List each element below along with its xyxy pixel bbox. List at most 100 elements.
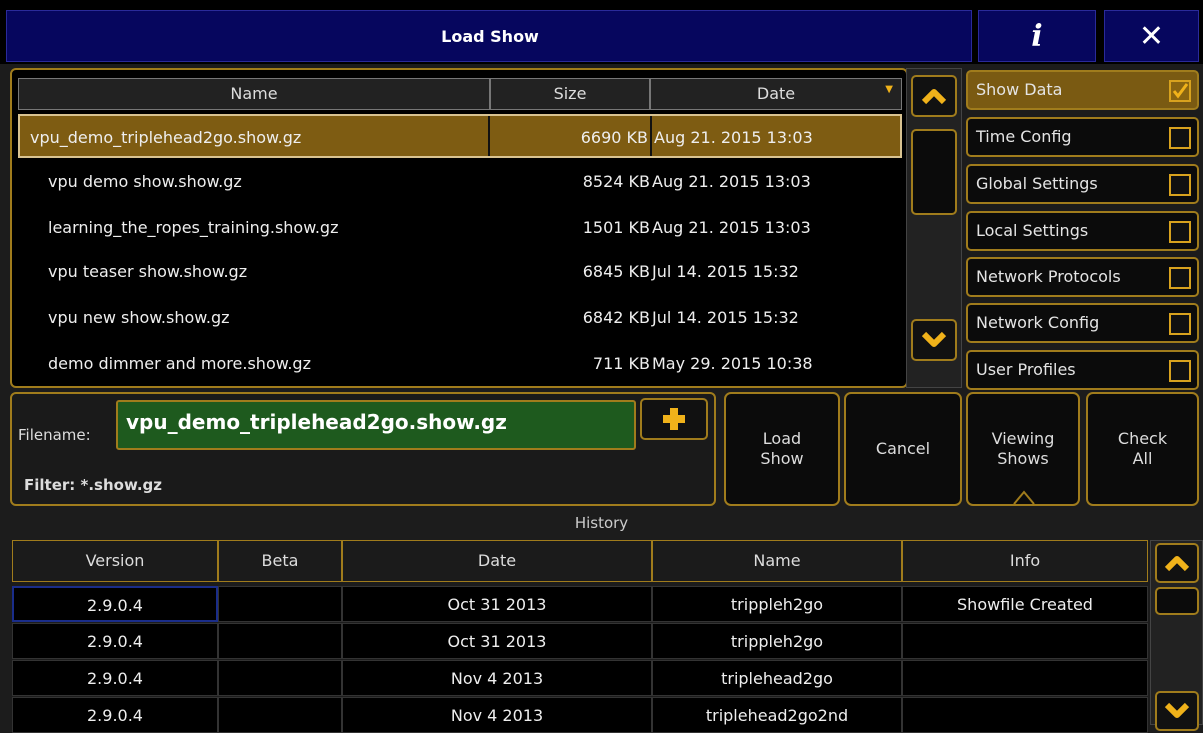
load-show-button-label: Load Show	[760, 429, 803, 469]
history-cell-name[interactable]: trippleh2go	[652, 623, 902, 659]
add-button[interactable]	[640, 398, 708, 440]
file-list-panel: Name Size Date ▼ vpu_demo_triplehead2go.…	[10, 68, 908, 388]
viewing-shows-button-label: Viewing Shows	[992, 429, 1055, 469]
file-name: vpu_demo_triplehead2go.show.gz	[30, 128, 302, 147]
history-cell-date[interactable]: Nov 4 2013	[342, 697, 652, 733]
column-header-date[interactable]: Date ▼	[650, 78, 902, 110]
history-cell-name[interactable]: trippleh2go	[652, 586, 902, 622]
option-checkbox[interactable]	[1169, 360, 1191, 382]
cancel-button[interactable]: Cancel	[844, 392, 962, 506]
option-user-profiles[interactable]: User Profiles	[966, 350, 1199, 390]
option-checkbox[interactable]	[1169, 221, 1191, 243]
file-name: learning_the_ropes_training.show.gz	[48, 218, 339, 237]
file-row[interactable]: vpu new show.show.gz 6842 KB Jul 14. 201…	[18, 296, 902, 340]
scroll-up-button[interactable]	[911, 75, 957, 117]
option-checkbox[interactable]	[1169, 267, 1191, 289]
file-name: vpu teaser show.show.gz	[48, 262, 248, 281]
history-scroll-thumb[interactable]	[1155, 587, 1199, 615]
option-label: User Profiles	[976, 360, 1076, 379]
history-scrollbar[interactable]	[1150, 540, 1203, 731]
file-row[interactable]: vpu teaser show.show.gz 6845 KB Jul 14. …	[18, 250, 902, 294]
option-checkbox[interactable]	[1169, 80, 1191, 102]
history-cell-date[interactable]: Oct 31 2013	[342, 623, 652, 659]
history-cell-date[interactable]: Oct 31 2013	[342, 586, 652, 622]
history-cell-beta[interactable]	[218, 697, 342, 733]
history-cell-info[interactable]	[902, 623, 1148, 659]
file-size: 1501 KB	[582, 218, 650, 237]
file-size: 6842 KB	[582, 308, 650, 327]
history-cell-version[interactable]: 2.9.0.4	[12, 623, 218, 659]
option-label: Network Protocols	[976, 267, 1121, 286]
history-cell-info[interactable]: Showfile Created	[902, 586, 1148, 622]
option-checkbox[interactable]	[1169, 127, 1191, 149]
viewing-shows-label-line1: Viewing	[991, 429, 1055, 448]
file-date: Aug 21. 2015 13:03	[652, 172, 811, 191]
option-local-settings[interactable]: Local Settings	[966, 211, 1199, 251]
file-date: May 29. 2015 10:38	[652, 354, 813, 373]
option-checkbox[interactable]	[1169, 313, 1191, 335]
history-scroll-down-button[interactable]	[1155, 691, 1199, 731]
history-header-info[interactable]: Info	[902, 540, 1148, 582]
file-row[interactable]: learning_the_ropes_training.show.gz 1501…	[18, 206, 902, 250]
history-scroll-up-button[interactable]	[1155, 543, 1199, 583]
option-network-protocols[interactable]: Network Protocols	[966, 257, 1199, 297]
option-label: Time Config	[976, 127, 1072, 146]
history-header-beta[interactable]: Beta	[218, 540, 342, 582]
check-all-button-label: Check All	[1118, 429, 1167, 469]
file-size: 6845 KB	[582, 262, 650, 281]
history-cell-beta[interactable]	[218, 623, 342, 659]
history-cell-info[interactable]	[902, 697, 1148, 733]
plus-icon	[663, 408, 685, 430]
check-all-button[interactable]: Check All	[1086, 392, 1199, 506]
column-header-name[interactable]: Name	[18, 78, 490, 110]
info-button[interactable]: i	[978, 10, 1096, 62]
column-header-size[interactable]: Size	[490, 78, 650, 110]
history-cell-version[interactable]: 2.9.0.4	[12, 697, 218, 733]
file-row[interactable]: demo dimmer and more.show.gz 711 KB May …	[18, 342, 902, 386]
option-global-settings[interactable]: Global Settings	[966, 164, 1199, 204]
close-button[interactable]: ✕	[1104, 10, 1199, 62]
history-cell-info[interactable]	[902, 660, 1148, 696]
history-title: History	[574, 514, 629, 532]
file-date: Jul 14. 2015 15:32	[652, 308, 799, 327]
history-header-version[interactable]: Version	[12, 540, 218, 582]
history-cell-version[interactable]: 2.9.0.4	[12, 586, 218, 622]
history-cell-name[interactable]: triplehead2go	[652, 660, 902, 696]
title-bar-background: Load Show	[6, 10, 972, 62]
option-label: Show Data	[976, 80, 1063, 99]
load-show-label-line2: Show	[760, 449, 804, 468]
option-checkbox[interactable]	[1169, 174, 1191, 196]
column-divider	[488, 116, 490, 156]
option-network-config[interactable]: Network Config	[966, 303, 1199, 343]
filename-input[interactable]: vpu_demo_triplehead2go.show.gz	[116, 400, 636, 450]
file-row[interactable]: vpu_demo_triplehead2go.show.gz 6690 KB A…	[18, 114, 902, 158]
file-list-scrollbar[interactable]	[906, 68, 962, 388]
file-size: 6690 KB	[580, 128, 648, 147]
history-cell-version[interactable]: 2.9.0.4	[12, 660, 218, 696]
history-cell-name[interactable]: triplehead2go2nd	[652, 697, 902, 733]
viewing-shows-button[interactable]: Viewing Shows	[966, 392, 1080, 506]
option-label: Network Config	[976, 313, 1100, 332]
chevron-down-icon	[921, 331, 947, 347]
scroll-down-button[interactable]	[911, 319, 957, 361]
filename-label: Filename:	[18, 426, 91, 444]
window-title: Load Show	[441, 27, 539, 46]
checkmark-icon	[1172, 83, 1189, 99]
file-row[interactable]: vpu demo show.show.gz 8524 KB Aug 21. 20…	[18, 160, 902, 204]
history-header-name[interactable]: Name	[652, 540, 902, 582]
option-show-data[interactable]: Show Data	[966, 70, 1199, 110]
option-label: Local Settings	[976, 221, 1089, 240]
history-header-date[interactable]: Date	[342, 540, 652, 582]
scroll-thumb[interactable]	[911, 129, 957, 215]
file-size: 8524 KB	[582, 172, 650, 191]
history-cell-beta[interactable]	[218, 660, 342, 696]
load-show-label-line1: Load	[762, 429, 802, 448]
history-cell-beta[interactable]	[218, 586, 342, 622]
load-show-button[interactable]: Load Show	[724, 392, 840, 506]
option-time-config[interactable]: Time Config	[966, 117, 1199, 157]
history-cell-date[interactable]: Nov 4 2013	[342, 660, 652, 696]
file-date: Jul 14. 2015 15:32	[652, 262, 799, 281]
dropdown-corner-icon	[1013, 490, 1035, 505]
file-name: vpu new show.show.gz	[48, 308, 230, 327]
close-icon: ✕	[1138, 18, 1165, 54]
